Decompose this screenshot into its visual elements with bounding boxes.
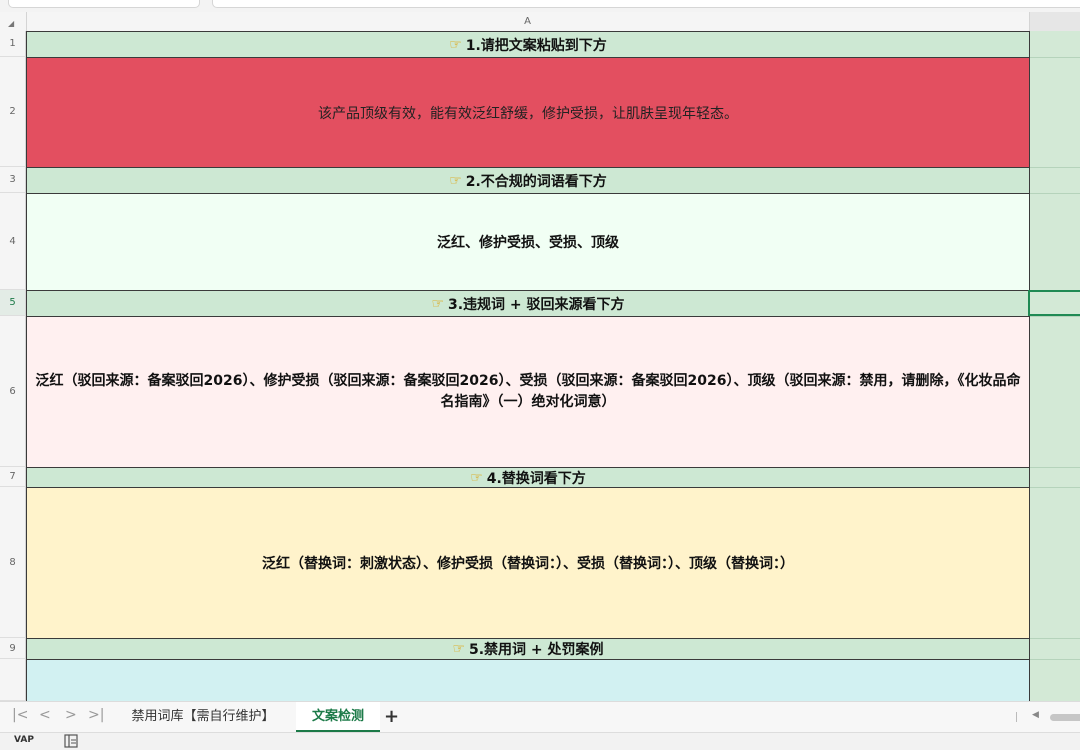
row-header-2[interactable]: 2 [0,57,26,167]
cell-a7-section-header[interactable]: ☞ 4.替换词看下方 [26,467,1030,488]
column-b-cells[interactable] [1030,31,1080,701]
section-header-text: 5.禁用词 + 处罚案例 [469,642,604,658]
pointing-hand-icon: ☞ [452,641,465,657]
row-header-5[interactable]: 5 [0,290,26,316]
prev-sheet-icon[interactable]: < [39,707,51,723]
row-header-4[interactable]: 4 [0,193,26,290]
cell-a9-section-header[interactable]: ☞ 5.禁用词 + 处罚案例 [26,638,1030,660]
select-all-corner[interactable]: ◢ [0,12,27,31]
row-header-1[interactable]: 1 [0,31,26,57]
violation-sources-text: 泛红（驳回来源：备案驳回2026）、修护受损（驳回来源：备案驳回2026）、受损… [35,373,1021,410]
next-sheet-icon[interactable]: > [65,707,77,723]
section-header-text: 1.请把文案粘贴到下方 [465,37,607,54]
cell-a3-section-header[interactable]: ☞ 2.不合规的词语看下方 [26,167,1030,194]
cell-a6-violation-sources[interactable]: 泛红（驳回来源：备案驳回2026）、修护受损（驳回来源：备案驳回2026）、受损… [26,316,1030,468]
scrollbar-thumb[interactable] [1050,714,1080,721]
pointing-hand-icon: ☞ [449,36,462,53]
row-header-9[interactable]: 9 [0,638,26,659]
row-header-10[interactable] [0,659,26,701]
pointing-hand-icon: ☞ [470,469,483,486]
add-sheet-button[interactable]: + [384,706,399,727]
column-header-bar: ◢ A [0,12,1080,32]
cell-a4-noncompliant-words[interactable]: 泛红、修护受损、受损、顶级 [26,193,1030,291]
formula-bar-area [0,0,1080,12]
tab-copy-check[interactable]: 文案检测 [296,702,380,732]
cell-a8-replacement-words[interactable]: 泛红（替换词：刺激状态）、修护受损（替换词：）、受损（替换词：）、顶级（替换词：… [26,487,1030,639]
first-sheet-icon[interactable]: |< [12,707,28,723]
pointing-hand-icon: ☞ [431,295,444,312]
formula-input[interactable] [212,0,1080,8]
noncompliant-words-text: 泛红、修护受损、受损、顶级 [437,235,619,251]
cell-a10-banned-cases[interactable] [26,659,1030,702]
pointing-hand-icon: ☞ [449,172,462,189]
name-box[interactable] [8,0,200,8]
cell-a1-section-header[interactable]: ☞ 1.请把文案粘贴到下方 [26,31,1030,58]
last-sheet-icon[interactable]: >| [88,707,104,723]
row-header-3[interactable]: 3 [0,167,26,193]
horizontal-scrollbar[interactable]: ◀ [1032,710,1080,722]
scroll-left-icon[interactable]: ◀ [1032,710,1039,720]
section-header-text: 3.违规词 + 驳回来源看下方 [448,296,625,313]
selected-cell-outline [1028,290,1080,316]
section-header-text: 2.不合规的词语看下方 [465,173,607,190]
row-header-7[interactable]: 7 [0,467,26,487]
divider [1016,712,1017,722]
cell-a5-section-header[interactable]: ☞ 3.违规词 + 驳回来源看下方 [26,290,1030,317]
column-header-b[interactable] [1030,12,1080,31]
column-header-a[interactable]: A [26,12,1030,31]
status-label[interactable]: VAP [14,735,34,745]
section-header-text: 4.替换词看下方 [486,470,586,487]
status-bar: VAP [0,732,1080,750]
cell-a2-input-text[interactable]: 该产品顶级有效，能有效泛红舒缓，修护受损，让肌肤呈现年轻态。 [26,57,1030,168]
copy-text: 该产品顶级有效，能有效泛红舒缓，修护受损，让肌肤呈现年轻态。 [318,105,738,122]
replacement-words-text: 泛红（替换词：刺激状态）、修护受损（替换词：）、受损（替换词：）、顶级（替换词：… [262,556,794,572]
sheet-list-icon[interactable] [64,734,78,748]
sheet-tab-bar: |< < > >| 禁用词库【需自行维护】 文案检测 + ◀ [0,701,1080,733]
row-header-8[interactable]: 8 [0,487,26,638]
row-header-6[interactable]: 6 [0,316,26,467]
tab-banned-word-library[interactable]: 禁用词库【需自行维护】 [118,702,288,732]
